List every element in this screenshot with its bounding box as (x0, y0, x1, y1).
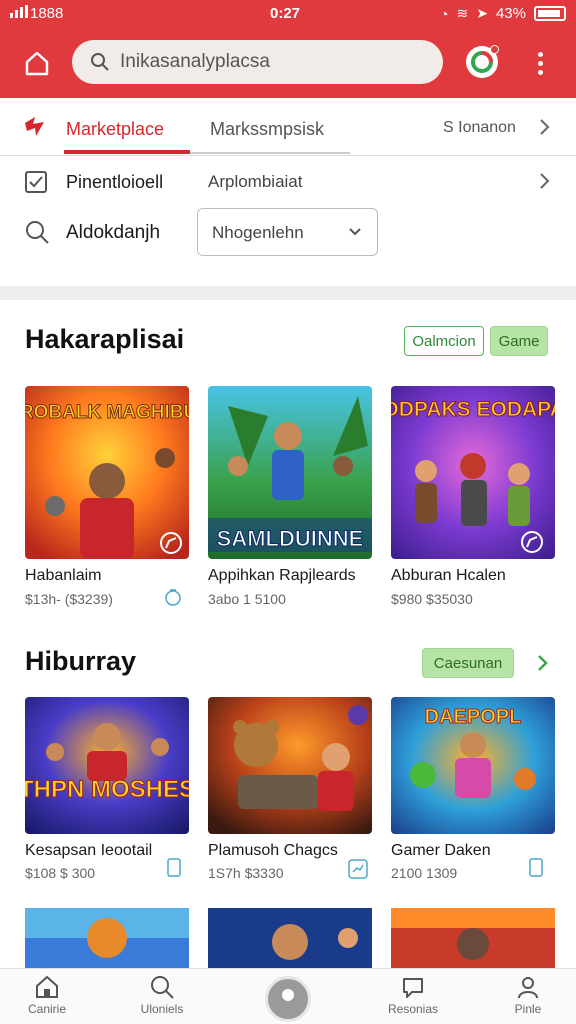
nav-label: Canirie (27, 1002, 66, 1016)
filter-checkbox[interactable] (25, 171, 47, 193)
product-card[interactable] (391, 908, 555, 968)
product-image[interactable] (208, 908, 372, 968)
chevron-right-icon[interactable] (538, 116, 552, 138)
refresh-icon[interactable] (164, 586, 182, 608)
home-icon (36, 975, 58, 998)
section-filter-button[interactable]: Caesunan (422, 648, 514, 678)
app-header: 1888 0:27 ◔ ≋ ➤ 43% Inikasanalyplacsa (0, 0, 576, 98)
chevron-right-icon[interactable] (538, 170, 552, 192)
check-icon (29, 176, 43, 188)
nav-item-home[interactable]: Canirie (7, 974, 87, 1016)
search-icon (151, 976, 174, 999)
tab-divider (190, 152, 350, 154)
product-image[interactable] (25, 908, 189, 968)
nav-item-user[interactable]: Pinle (488, 974, 568, 1016)
svg-text:THPN MOSHES: THPN MOSHES (25, 776, 189, 803)
product-title: Plamusoh Chagcs (208, 842, 338, 859)
svg-text:SAMLDUINNE: SAMLDUINNE (217, 526, 364, 551)
product-price: $980 $35030 (391, 591, 473, 607)
svg-text:MROBALK MAGHIBUS: MROBALK MAGHIBUS (25, 402, 189, 423)
chevron-right-icon[interactable] (536, 652, 550, 674)
chat-icon (403, 978, 423, 998)
search-icon (26, 221, 49, 244)
nav-item-chat[interactable]: Resonias (373, 974, 453, 1016)
dropdown-value: Nhogenlehn (212, 223, 304, 242)
tablet-icon[interactable] (528, 857, 544, 879)
user-icon (518, 977, 538, 999)
tab-second[interactable]: Markssmpsisk (210, 119, 324, 140)
product-image[interactable] (208, 697, 372, 834)
brand-logo-button[interactable] (466, 45, 499, 78)
chevron-down-icon (349, 228, 361, 236)
section-filter-button[interactable]: Oalmcion (404, 326, 484, 356)
battery-percent: 43% (495, 5, 526, 22)
search-filter-label: Aldokdanjh (66, 222, 161, 243)
clock: 0:27 (270, 5, 301, 22)
nav-label: Uloniels (140, 1002, 184, 1016)
tab-third[interactable]: S Ionanon (443, 119, 516, 137)
tablet-icon[interactable] (166, 857, 182, 879)
product-card[interactable] (25, 908, 189, 968)
location-icon: ➤ (476, 5, 488, 21)
wifi-icon: ≋ (456, 5, 469, 21)
product-card[interactable] (208, 908, 372, 968)
more-menu-button[interactable] (528, 48, 552, 78)
filter-label: Pinentloioell (66, 172, 164, 192)
alarm-icon: ◔ (440, 5, 449, 22)
nav-label: Resonias (387, 1002, 439, 1016)
product-price: $13h- ($3239) (25, 591, 113, 607)
brand-logo-icon (471, 51, 493, 73)
marketplace-app: 1888 0:27 ◔ ≋ ➤ 43% Inikasanalyplacsa Ma… (0, 0, 576, 1024)
product-title: Gamer Daken (391, 842, 491, 859)
compass-icon[interactable] (159, 531, 183, 555)
product-title: Appihkan Rapjleards (208, 567, 356, 584)
marketplace-icon (25, 117, 44, 136)
section-title: Hiburray (25, 646, 137, 676)
nav-label: Pinle (514, 1002, 542, 1016)
search-input[interactable]: Inikasanalyplacsa (120, 51, 270, 73)
filter-value: Arplombiaiat (208, 172, 303, 191)
nav-item-profile[interactable] (265, 976, 311, 1022)
compass-icon[interactable] (520, 530, 544, 554)
carrier-text: 1888 (30, 5, 64, 22)
section-title: Hakaraplisai (25, 324, 185, 354)
product-price: 2100 1309 (391, 865, 458, 881)
battery-icon (534, 6, 566, 21)
product-price: $108 $ 300 (25, 865, 96, 881)
search-icon (91, 53, 109, 71)
product-title: Kesapsan Ieootail (25, 842, 153, 859)
svg-text:DODPAKS EODAPAS: DODPAKS EODAPAS (391, 398, 555, 421)
product-price: 3abo 1 5100 (208, 591, 286, 607)
product-price: 1S7h $3330 (208, 865, 284, 881)
active-tab-indicator (64, 150, 190, 154)
product-title: Habanlaim (25, 567, 102, 584)
nav-item-search[interactable]: Uloniels (122, 974, 202, 1016)
product-image[interactable]: SAMLDUINNE (208, 386, 372, 559)
status-bar: 1888 0:27 ◔ ≋ ➤ 43% (0, 0, 576, 28)
notification-dot (490, 45, 499, 54)
filter-dropdown[interactable]: Nhogenlehn (197, 208, 378, 256)
home-icon (25, 51, 49, 76)
game-button[interactable]: Game (490, 326, 548, 356)
product-image[interactable]: DAEPOPL (391, 697, 555, 834)
product-image[interactable] (391, 908, 555, 968)
product-image[interactable]: THPN MOSHES (25, 697, 189, 834)
signal-icon (10, 5, 28, 18)
svg-text:DAEPOPL: DAEPOPL (425, 706, 522, 728)
tab-marketplace[interactable]: Marketplace (66, 119, 164, 140)
map-icon[interactable] (348, 859, 368, 879)
section-divider (0, 286, 576, 300)
product-title: Abburan Hcalen (391, 567, 506, 584)
search-bar[interactable]: Inikasanalyplacsa (72, 40, 443, 84)
home-button[interactable] (18, 44, 56, 82)
